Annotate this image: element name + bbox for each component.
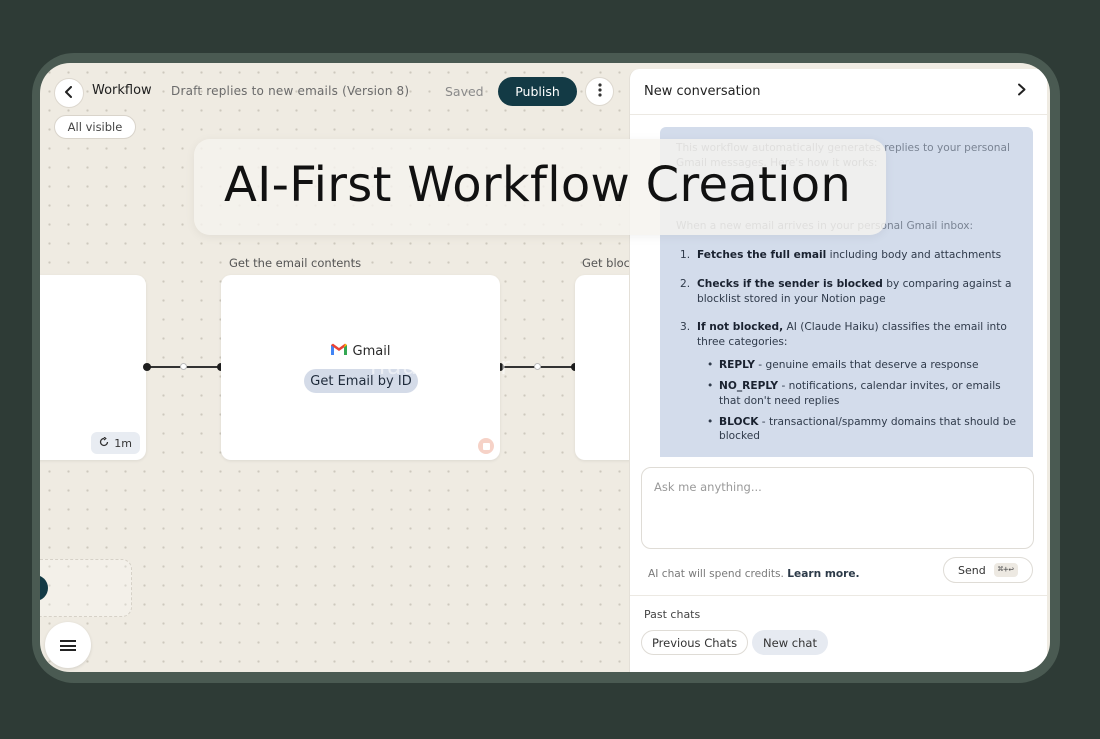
chat-input[interactable]: Ask me anything... (641, 467, 1034, 549)
category-name: BLOCK (719, 415, 759, 428)
add-step-placeholder[interactable] (40, 559, 132, 617)
headline: AI-First Workflow Creation (224, 157, 852, 213)
workflow-node-get-email[interactable]: Gmail Get Email by ID (221, 275, 500, 460)
step-number: 3. (680, 321, 691, 334)
step-title: Checks if the sender is blocked (697, 277, 883, 290)
poll-interval-label: 1m (114, 436, 132, 450)
hamburger-icon (60, 639, 76, 651)
more-options-button[interactable] (585, 77, 614, 106)
list-item: NO_REPLY - notifications, calendar invit… (697, 379, 1020, 409)
step-number: 1. (680, 249, 691, 261)
category-name: REPLY (719, 359, 755, 372)
connector-port[interactable] (143, 363, 151, 371)
gmail-icon (330, 343, 347, 359)
past-chats-label: Past chats (644, 608, 701, 621)
step-label-email-contents: Get the email contents (229, 256, 362, 270)
list-item: 2. Checks if the sender is blocked by co… (680, 277, 1020, 307)
stop-icon[interactable] (478, 438, 494, 454)
headline-card: AI-First Workflow Creation (194, 139, 886, 235)
divider (630, 595, 1047, 596)
step-number: 2. (680, 277, 691, 290)
publish-button[interactable]: Publish (498, 77, 577, 106)
chevron-right-icon (1017, 81, 1027, 100)
connector-midpoint[interactable] (180, 363, 187, 370)
category-description: - genuine emails that deserve a response (754, 359, 979, 372)
list-item: 3. If not blocked, AI (Claude Haiku) cla… (680, 320, 1020, 444)
workflow-name[interactable]: Draft replies to new emails (Version 8) (171, 84, 409, 98)
new-chat-button[interactable]: New chat (752, 630, 828, 655)
send-shortcut: ⌘+↩ (993, 563, 1018, 577)
step-title: If not blocked, (697, 321, 784, 334)
workflow-node-trigger[interactable]: 1m (40, 275, 146, 460)
connector-midpoint[interactable] (534, 363, 541, 370)
category-name: NO_REPLY (719, 379, 779, 392)
node-app: Gmail (221, 343, 500, 359)
learn-more-link[interactable]: Learn more. (787, 568, 859, 580)
previous-chats-button[interactable]: Previous Chats (641, 630, 748, 655)
step-description: including body and attachments (826, 249, 1002, 261)
list-item: REPLY - genuine emails that deserve a re… (697, 358, 1020, 373)
list-item: BLOCK - transactional/spammy domains tha… (697, 415, 1020, 445)
poll-interval-badge: 1m (91, 432, 140, 454)
category-list: REPLY - genuine emails that deserve a re… (697, 358, 1020, 444)
page-title: Workflow (92, 83, 152, 98)
chat-header: New conversation (630, 69, 1047, 115)
chevron-left-icon (63, 84, 75, 102)
back-button[interactable] (54, 78, 84, 108)
chat-title: New conversation (644, 84, 761, 99)
refresh-icon (99, 436, 109, 450)
node-app-name: Gmail (352, 343, 391, 359)
action-pill[interactable]: Get Email by ID (304, 369, 418, 393)
send-button[interactable]: Send ⌘+↩ (943, 557, 1033, 583)
list-item: 1. Fetches the full email including body… (680, 248, 1020, 263)
step-label-blocked: Get bloc (582, 256, 631, 270)
send-label: Send (958, 563, 986, 577)
credits-notice: AI chat will spend credits. Learn more. (648, 568, 860, 580)
category-description: - transactional/spammy domains that shou… (719, 415, 1017, 443)
visibility-filter[interactable]: All visible (54, 115, 136, 139)
credits-text: AI chat will spend credits. (648, 568, 784, 580)
workflow-steps-list: 1. Fetches the full email including body… (680, 248, 1020, 457)
vertical-dots-icon (597, 83, 602, 100)
collapse-chat-button[interactable] (1017, 81, 1027, 100)
step-title: Fetches the full email (697, 249, 827, 261)
save-status: Saved (445, 84, 484, 99)
menu-button[interactable] (45, 622, 91, 668)
